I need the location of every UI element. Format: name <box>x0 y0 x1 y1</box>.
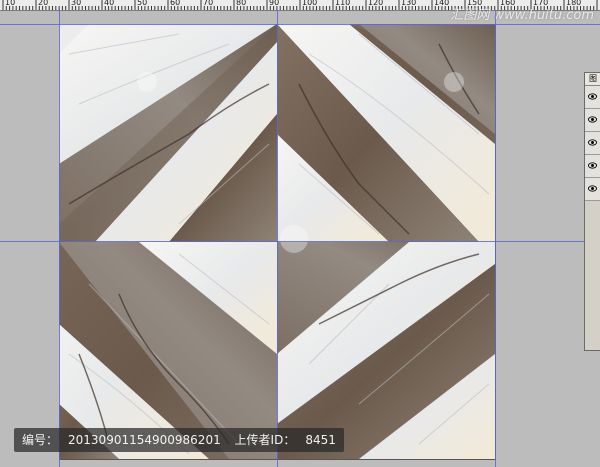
guide-vertical-middle[interactable] <box>277 10 278 467</box>
ruler-label: 120 <box>368 0 384 7</box>
guide-vertical-right[interactable] <box>495 10 496 467</box>
layers-panel-title: 图 <box>585 73 600 86</box>
ruler-label: 140 <box>434 0 450 7</box>
ruler-label: 80 <box>236 0 247 7</box>
id-label: 编号： <box>22 433 59 447</box>
layer-row[interactable] <box>585 86 600 109</box>
ruler-label: 40 <box>104 0 115 7</box>
ruler-label: 50 <box>137 0 148 7</box>
layer-row[interactable] <box>585 109 600 132</box>
ruler-label: 100 <box>302 0 318 7</box>
uploader-value: 8451 <box>305 433 336 447</box>
eye-icon[interactable] <box>588 161 597 170</box>
image-caption: 编号： 20130901154900986201 上传者ID： 8451 <box>14 428 344 452</box>
eye-icon[interactable] <box>588 138 597 147</box>
guide-vertical-left[interactable] <box>59 10 60 467</box>
layer-row[interactable] <box>585 132 600 155</box>
ruler-label: 60 <box>170 0 181 7</box>
uploader-label: 上传者ID： <box>234 433 296 447</box>
ruler-label: 70 <box>203 0 214 7</box>
guide-horizontal-middle[interactable] <box>0 241 600 242</box>
ruler-label: 30 <box>71 0 82 7</box>
quadrant-bottom-right <box>277 242 495 459</box>
eye-icon[interactable] <box>588 115 597 124</box>
ruler-label: 20 <box>38 0 49 7</box>
ruler-label: 10 <box>5 0 16 7</box>
layer-row[interactable] <box>585 178 600 201</box>
layers-panel[interactable]: 图 <box>584 72 600 351</box>
watermark-logo: 汇图网 www.huitu.com <box>450 8 594 23</box>
eye-icon[interactable] <box>588 92 597 101</box>
layer-row[interactable] <box>585 155 600 178</box>
eye-icon[interactable] <box>588 184 597 193</box>
ruler-label: 130 <box>401 0 417 7</box>
id-value: 20130901154900986201 <box>68 433 221 447</box>
quadrant-top-left <box>59 24 277 242</box>
ruler-label: 90 <box>269 0 280 7</box>
ruler-label: 110 <box>335 0 351 7</box>
guide-horizontal-top[interactable] <box>0 24 600 25</box>
